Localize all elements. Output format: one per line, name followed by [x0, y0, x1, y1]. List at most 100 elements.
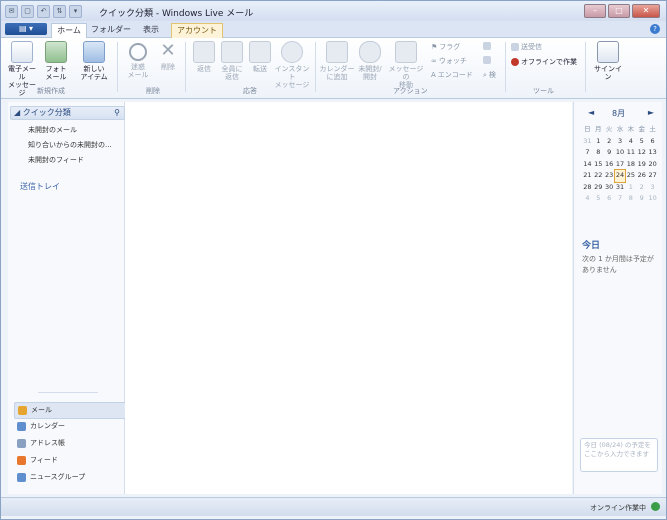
reply-icon[interactable]: ↶	[37, 5, 50, 18]
calendar-day[interactable]: 12	[636, 147, 647, 159]
calendar-day[interactable]: 27	[647, 170, 658, 182]
calendar-day[interactable]: 31	[615, 182, 626, 194]
calendar-day[interactable]: 19	[636, 159, 647, 171]
calendar-day[interactable]: 7	[582, 147, 593, 159]
new-mail-icon[interactable]: ▢	[21, 5, 34, 18]
group-label-delete: 削除	[146, 87, 160, 95]
forward-icon	[249, 41, 271, 63]
calendar-day[interactable]: 9	[604, 147, 615, 159]
help-icon[interactable]: ?	[650, 24, 660, 34]
tab-account[interactable]: アカウント	[171, 23, 223, 38]
quick-event-input[interactable]: 今日 (08/24) の予定をここから入力できます	[580, 438, 658, 472]
nav-newsgroups[interactable]: ニュースグループ	[14, 470, 125, 485]
tab-folder[interactable]: フォルダー	[89, 23, 133, 37]
calendar-day[interactable]: 9	[636, 193, 647, 205]
calendar-day[interactable]: 24	[613, 169, 627, 183]
flag-button[interactable]: ⚑ フラグ	[431, 42, 460, 52]
encoding-button[interactable]: A エンコード	[431, 70, 473, 80]
junk-icon	[129, 43, 147, 61]
calendar-day[interactable]: 7	[615, 193, 626, 205]
calendar-day[interactable]: 14	[582, 159, 593, 171]
delete-button[interactable]: ✕ 削除	[153, 41, 183, 72]
calendar-day[interactable]: 28	[582, 182, 593, 194]
minimize-button[interactable]: –	[584, 4, 606, 18]
next-month-icon[interactable]: ►	[648, 108, 654, 117]
calendar-day[interactable]: 22	[593, 170, 604, 182]
work-offline-button[interactable]: オフラインで作業	[511, 57, 577, 67]
move-message-button[interactable]: メッセージの 移動	[387, 41, 425, 89]
watch-button[interactable]: ∞ ウォッチ	[431, 56, 467, 66]
file-menu-button[interactable]: ▤ ▾	[5, 23, 47, 35]
calendar-weekday: 金	[638, 125, 645, 133]
calendar-day[interactable]: 25	[625, 170, 636, 182]
nav-feeds[interactable]: フィード	[14, 453, 125, 468]
new-email-button[interactable]: 電子メール メッセージ	[7, 41, 37, 97]
reply-button[interactable]: 返信	[189, 41, 219, 73]
calendar-day[interactable]: 2	[636, 182, 647, 194]
calendar-day[interactable]: 2	[604, 136, 615, 148]
tab-view[interactable]: 表示	[137, 23, 165, 37]
copy-button[interactable]	[483, 42, 491, 50]
calendar-day[interactable]: 16	[604, 159, 615, 171]
quick-views-header[interactable]: ◢ クイック分類 ⚲	[10, 106, 125, 120]
nav-calendar[interactable]: カレンダー	[14, 419, 125, 434]
tab-home[interactable]: ホーム	[51, 23, 87, 38]
calendar-day[interactable]: 10	[647, 193, 658, 205]
message-list-area[interactable]	[125, 102, 572, 494]
quick-view-item[interactable]: 未開封のメール	[28, 125, 77, 135]
calendar-day[interactable]: 1	[593, 136, 604, 148]
send-receive-icon[interactable]: ⇅	[53, 5, 66, 18]
calendar-day[interactable]: 21	[582, 170, 593, 182]
calendar-pane: ◄ 8月 ► 日月火水木金土 31 1 2 3 4 5 6 7 8 9 10 11 12 13 14 15 16 1…	[573, 102, 662, 494]
sign-in-button[interactable]: サインイン	[591, 41, 625, 81]
outbox-folder[interactable]: 送信トレイ	[20, 181, 60, 192]
prev-month-icon[interactable]: ◄	[588, 108, 594, 117]
calendar-day[interactable]: 6	[647, 136, 658, 148]
maximize-button[interactable]: □	[608, 4, 630, 18]
find-button[interactable]: ⌕ 検	[483, 70, 496, 80]
calendar-day[interactable]: 6	[604, 193, 615, 205]
calendar-day[interactable]: 30	[604, 182, 615, 194]
reply-icon	[193, 41, 215, 63]
calendar-day[interactable]: 1	[625, 182, 636, 194]
unread-read-button[interactable]: 未開封/ 開封	[355, 41, 385, 81]
forward-button[interactable]: 転送	[245, 41, 275, 73]
calendar-day[interactable]: 18	[625, 159, 636, 171]
calendar-day[interactable]: 13	[647, 147, 658, 159]
nav-mail[interactable]: メール	[14, 402, 127, 419]
calendar-day[interactable]: 5	[593, 193, 604, 205]
calendar-day[interactable]: 11	[625, 147, 636, 159]
search-icon[interactable]: ⚲	[114, 107, 120, 119]
close-button[interactable]: ✕	[632, 4, 660, 18]
calendar-day[interactable]: 31	[582, 136, 593, 148]
dropdown-icon[interactable]: ▾	[69, 5, 82, 18]
calendar-day[interactable]: 17	[615, 159, 626, 171]
calendar-day[interactable]: 4	[582, 193, 593, 205]
photo-email-button[interactable]: フォト メール	[41, 41, 71, 81]
calendar-day[interactable]: 5	[636, 136, 647, 148]
quick-view-item[interactable]: 未開封のフィード	[28, 155, 84, 165]
calendar-day[interactable]: 26	[636, 170, 647, 182]
calendar-day[interactable]: 3	[615, 136, 626, 148]
calendar-day[interactable]: 4	[625, 136, 636, 148]
quick-view-item[interactable]: 知り合いからの未開封の...	[28, 140, 112, 150]
paste-button[interactable]	[483, 56, 491, 64]
calendar-day[interactable]: 29	[593, 182, 604, 194]
junk-button[interactable]: 迷惑 メール	[123, 41, 153, 79]
ribbon-separator	[585, 42, 586, 92]
new-items-button[interactable]: 新しい アイテム	[77, 41, 111, 81]
calendar-day[interactable]: 8	[593, 147, 604, 159]
app-icon[interactable]: ✉	[5, 5, 18, 18]
calendar-day[interactable]: 10	[615, 147, 626, 159]
add-calendar-button[interactable]: カレンダー に追加	[319, 41, 355, 81]
instant-message-button[interactable]: インスタント メッセージ	[273, 41, 311, 89]
nav-contacts[interactable]: アドレス帳	[14, 436, 125, 451]
calendar-day[interactable]: 23	[604, 170, 615, 182]
calendar-day[interactable]: 3	[647, 182, 658, 194]
group-label-tools: ツール	[533, 87, 554, 95]
send-receive-button[interactable]: 送受信	[511, 42, 542, 52]
calendar-day[interactable]: 20	[647, 159, 658, 171]
calendar-day[interactable]: 8	[625, 193, 636, 205]
reply-all-button[interactable]: 全員に 返信	[217, 41, 247, 81]
calendar-day[interactable]: 15	[593, 159, 604, 171]
